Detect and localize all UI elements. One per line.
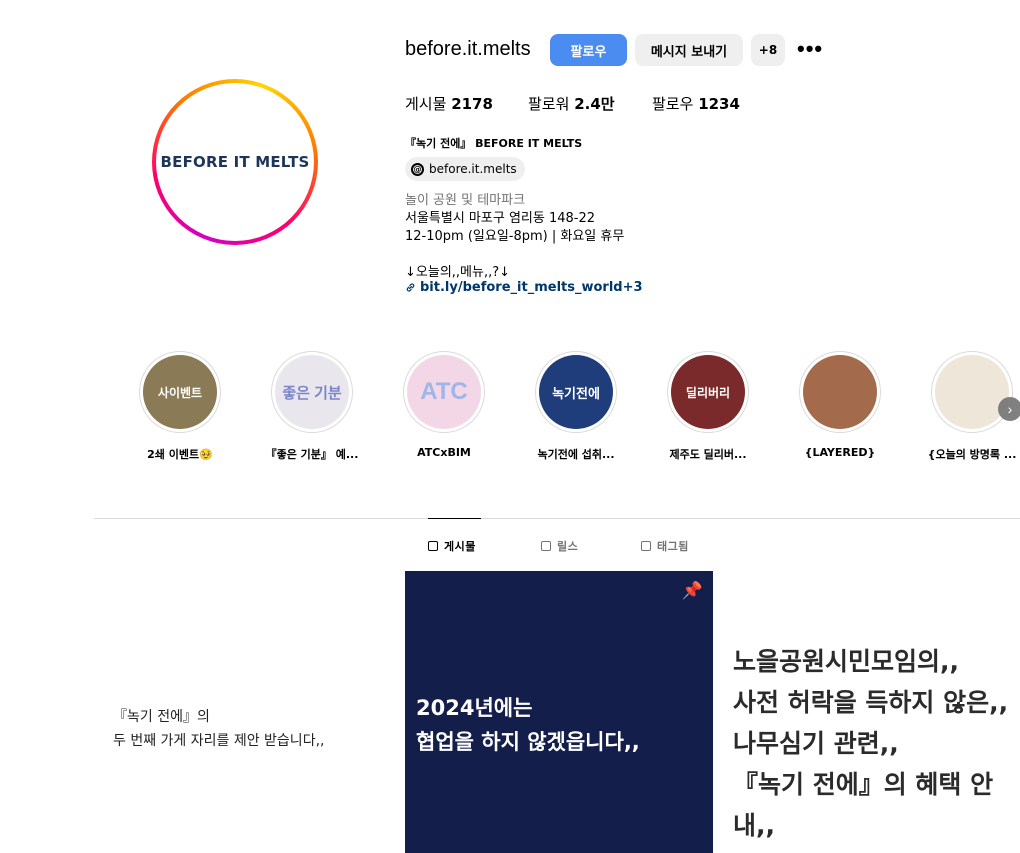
threads-icon: @: [411, 162, 424, 176]
message-button[interactable]: 메시지 보내기: [635, 34, 743, 66]
highlight-cover: 사이벤트: [139, 351, 221, 433]
bio-hours: 12-10pm (일요일-8pm) | 화요일 휴무: [405, 229, 625, 244]
post-mid-line2: 협업을 하지 않겠읍니다,,: [416, 730, 640, 754]
bio-menu-line: ↓오늘의,,메뉴,,?↓: [405, 265, 511, 280]
threads-badge[interactable]: @ before.it.melts: [405, 157, 525, 181]
highlight-thumbnail: [803, 355, 877, 429]
highlight-label: ATCxBIM: [417, 446, 471, 459]
highlight-thumbnail: 사이벤트: [143, 355, 217, 429]
highlight-label: 2쇄 이벤트🥹: [147, 448, 213, 461]
threads-handle: before.it.melts: [429, 162, 517, 176]
posts-count-label: 게시물: [405, 95, 447, 113]
active-tab-indicator: [428, 518, 481, 519]
highlights-next-chevron-icon[interactable]: ›: [998, 397, 1020, 421]
post-right-line2: 사전 허락을 득하지 않은,,: [733, 688, 1009, 717]
post-right-line1: 노을공원시민모임의,,: [733, 647, 959, 676]
bio-link-text: bit.ly/before_it_melts_world+3: [420, 280, 643, 295]
tab-posts-label: 게시물: [444, 540, 476, 553]
post-mid-text: 2024년에는 협업을 하지 않겠읍니다,,: [416, 691, 640, 759]
post-mid-line1: 2024년에는: [416, 696, 533, 720]
highlight-item[interactable]: {LAYERED}: [790, 351, 890, 459]
link-icon: [406, 283, 415, 292]
highlight-item[interactable]: ATC ATCxBIM: [394, 351, 494, 459]
profile-avatar[interactable]: BEFORE IT MELTS: [152, 79, 318, 245]
highlight-item[interactable]: 좋은 기분 『좋은 기분』 예...: [262, 351, 362, 462]
pin-icon: 📌: [681, 581, 703, 600]
highlight-thumbnail: [935, 355, 1009, 429]
highlight-thumbnail: ATC: [407, 355, 481, 429]
posts-count: 게시물 2178: [405, 93, 493, 114]
post-thumbnail-pinned[interactable]: 📌 2024년에는 협업을 하지 않겠읍니다,,: [405, 571, 713, 853]
following-value: 1234: [698, 95, 740, 113]
reels-icon: [541, 541, 551, 551]
highlight-thumbnail: 좋은 기분: [275, 355, 349, 429]
highlight-cover: ATC: [403, 351, 485, 433]
tab-tagged-label: 태그됨: [657, 540, 689, 553]
tab-reels[interactable]: 릴스: [541, 538, 578, 554]
tagged-icon: [641, 541, 651, 551]
profile-username: before.it.melts: [405, 38, 531, 60]
tab-tagged[interactable]: 태그됨: [641, 538, 689, 554]
highlight-label: 『좋은 기분』 예...: [265, 448, 359, 461]
post-right-line3: 나무심기 관련,,: [733, 729, 899, 758]
highlight-label: {오늘의 방명록 ...: [927, 448, 1017, 461]
highlight-label: 제주도 딜리버...: [669, 448, 747, 461]
tabs-divider: [94, 518, 1020, 519]
add-person-icon: +8: [758, 43, 778, 57]
grid-icon: [428, 541, 438, 551]
follow-button[interactable]: 팔로우: [550, 34, 627, 66]
followers-label: 팔로워: [528, 95, 570, 113]
highlight-thumbnail: 딜리버리: [671, 355, 745, 429]
posts-count-value: 2178: [451, 95, 493, 113]
bio-link[interactable]: bit.ly/before_it_melts_world+3: [405, 280, 643, 295]
post-right-line4: 『녹기 전에』의 혜택 안내,,: [733, 770, 994, 840]
following-label: 팔로우: [652, 95, 694, 113]
tab-posts[interactable]: 게시물: [428, 538, 476, 554]
post-left-line2: 두 번째 가게 자리를 제안 받습니다,,: [113, 733, 325, 749]
bio-category: 놀이 공원 및 테마파크: [405, 193, 526, 208]
highlight-item[interactable]: 녹기전에 녹기전에 섭취...: [526, 351, 626, 462]
following-count[interactable]: 팔로우 1234: [652, 93, 740, 114]
highlight-cover: [931, 351, 1013, 433]
post-thumbnail-right[interactable]: 노을공원시민모임의,, 사전 허락을 득하지 않은,, 나무심기 관련,, 『녹…: [733, 641, 1020, 846]
more-options-icon[interactable]: •••: [797, 38, 823, 60]
post-thumbnail-left[interactable]: 『녹기 전에』의 두 번째 가게 자리를 제안 받습니다,,: [113, 705, 324, 753]
highlight-item[interactable]: 사이벤트 2쇄 이벤트🥹: [130, 351, 230, 462]
followers-value: 2.4만: [574, 95, 615, 113]
highlight-cover: [799, 351, 881, 433]
followers-count[interactable]: 팔로워 2.4만: [528, 93, 615, 114]
highlight-label: {LAYERED}: [804, 446, 876, 459]
highlight-label: 녹기전에 섭취...: [537, 448, 615, 461]
highlight-thumbnail: 녹기전에: [539, 355, 613, 429]
highlight-item[interactable]: 딜리버리 제주도 딜리버...: [658, 351, 758, 462]
avatar-image: BEFORE IT MELTS: [156, 83, 314, 241]
tab-reels-label: 릴스: [557, 540, 579, 553]
highlight-cover: 녹기전에: [535, 351, 617, 433]
bio-address: 서울특별시 마포구 염리동 148-22: [405, 211, 596, 226]
suggest-users-button[interactable]: +8: [751, 34, 785, 66]
avatar-logo-text: BEFORE IT MELTS: [160, 153, 310, 171]
post-left-line1: 『녹기 전에』의: [113, 709, 210, 725]
highlight-cover: 좋은 기분: [271, 351, 353, 433]
highlight-cover: 딜리버리: [667, 351, 749, 433]
bio-display-name: 『녹기 전에』 BEFORE IT MELTS: [405, 137, 583, 150]
